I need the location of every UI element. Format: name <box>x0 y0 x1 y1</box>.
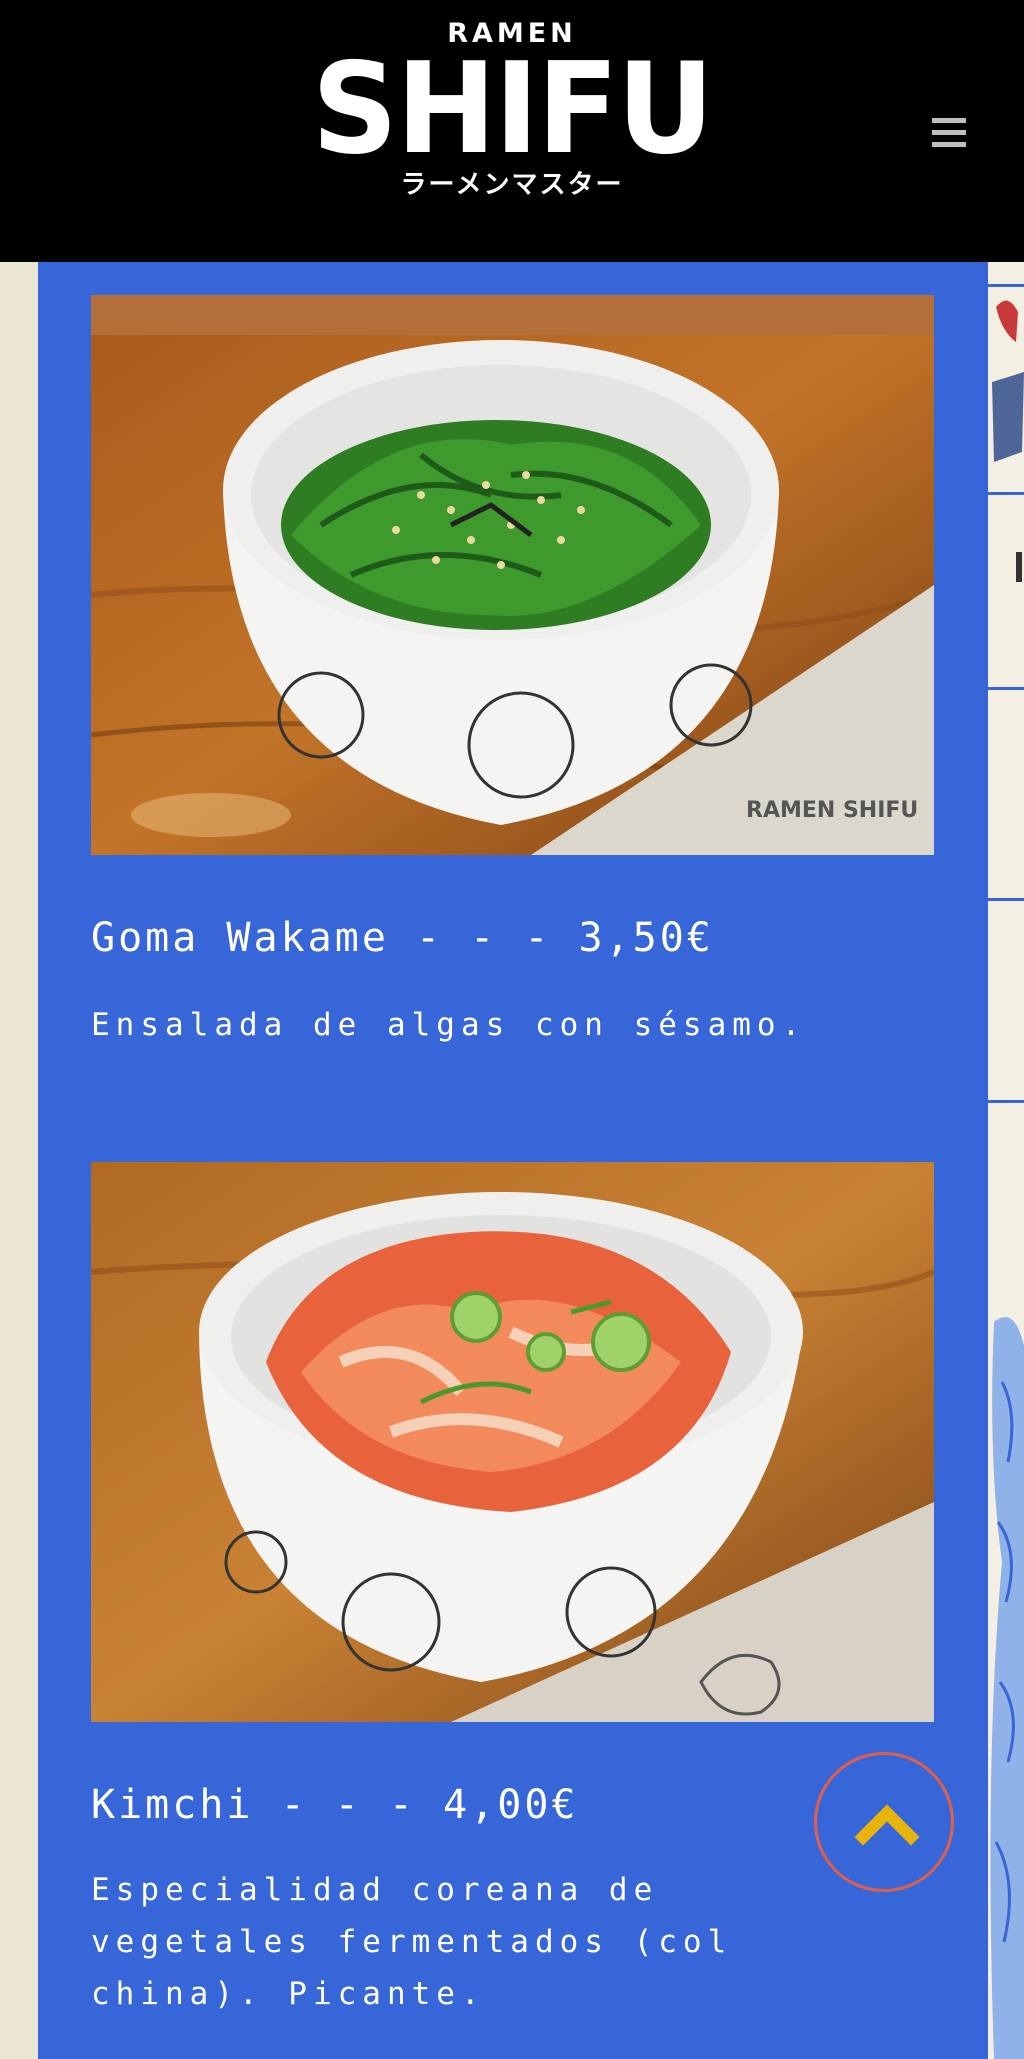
logo-main-text: SHIFU <box>311 35 714 182</box>
side-illustration <box>990 300 1024 2059</box>
side-decoration <box>985 262 1024 2059</box>
goma-wakame-title: Goma Wakame - - - 3,50€ <box>91 915 714 961</box>
chevron-up-icon <box>854 1804 920 1846</box>
site-header: RAMEN SHIFU ラーメンマスター <box>0 0 1024 262</box>
hamburger-menu-icon[interactable] <box>928 118 970 150</box>
goma-wakame-description: Ensalada de algas con sésamo. <box>91 1007 807 1043</box>
goma-wakame-photo: RAMEN SHIFU <box>91 295 934 855</box>
menu-item-goma-wakame: RAMEN SHIFU Goma Wakame - - - 3,50€ Ensa… <box>91 295 934 1051</box>
brand-logo[interactable]: RAMEN SHIFU ラーメンマスター <box>0 18 1024 202</box>
back-to-top-button[interactable] <box>814 1752 954 1892</box>
menu-item-kimchi: Kimchi - - - 4,00€ Especialidad coreana … <box>91 1162 934 2020</box>
napkin-logo-text: RAMEN SHIFU <box>746 798 918 823</box>
kimchi-description: Especialidad coreana de vegetales fermen… <box>91 1872 733 2012</box>
kimchi-photo <box>91 1162 934 1722</box>
kimchi-title: Kimchi - - - 4,00€ <box>91 1782 579 1828</box>
